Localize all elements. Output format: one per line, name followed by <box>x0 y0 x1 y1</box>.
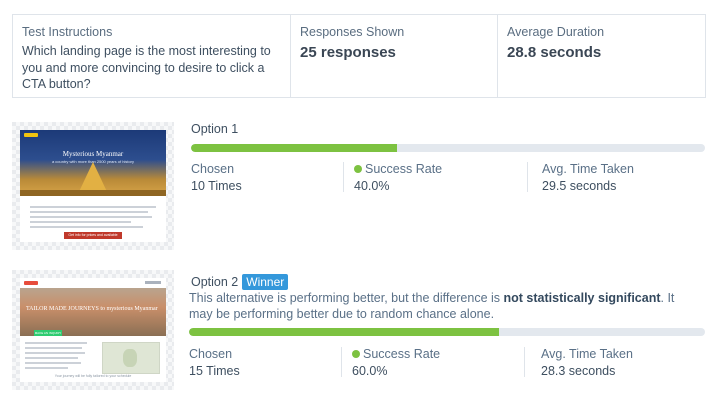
chosen-label: Chosen <box>191 162 235 176</box>
note-emphasis: not statistically significant <box>503 291 661 305</box>
phone-number <box>145 281 161 284</box>
average-duration-cell: Average Duration 28.8 seconds <box>498 15 705 97</box>
responses-shown-cell: Responses Shown 25 responses <box>291 15 498 97</box>
avg-time-value: 28.3 seconds <box>541 364 616 378</box>
test-instructions-label: Test Instructions <box>22 25 113 39</box>
success-dot-icon <box>352 350 360 358</box>
chosen-value: 15 Times <box>189 364 240 378</box>
preview-cta-button: Get info for prices and available dates <box>64 232 122 242</box>
option-2-success-bar-fill <box>189 328 499 336</box>
test-instructions-cell: Test Instructions Which landing page is … <box>13 15 291 97</box>
option-2-chosen: Chosen 15 Times <box>189 347 240 378</box>
option-1-chosen: Chosen 10 Times <box>191 162 242 193</box>
option-1-success-bar <box>191 144 705 152</box>
preview-headline: TAILOR MADE JOURNEYS to mysterious Myanm… <box>26 306 158 312</box>
option-2-title-row: Option 2 Winner <box>191 274 289 290</box>
test-summary-card: Test Instructions Which landing page is … <box>12 14 706 98</box>
avg-time-value: 29.5 seconds <box>542 179 617 193</box>
success-rate-value: 60.0% <box>352 364 388 378</box>
logo <box>24 133 38 137</box>
average-duration-label: Average Duration <box>507 25 605 39</box>
hero-image: TAILOR MADE JOURNEYS to mysterious Myanm… <box>20 288 166 336</box>
divider <box>524 347 525 377</box>
avg-time-label: Avg. Time Taken <box>542 162 634 176</box>
option-2-success-bar <box>189 328 705 336</box>
option-2-row: TAILOR MADE JOURNEYS to mysterious Myanm… <box>0 266 720 396</box>
average-duration-value: 28.8 seconds <box>507 44 602 61</box>
responses-shown-value: 25 responses <box>300 44 396 61</box>
divider <box>343 162 344 192</box>
test-instructions-text: Which landing page is the most interesti… <box>22 44 271 91</box>
option-1-avg-time: Avg. Time Taken 29.5 seconds <box>542 162 634 193</box>
option-1-stats: Chosen 10 Times Success Rate 40.0% Avg. … <box>0 162 720 198</box>
option-2-avg-time: Avg. Time Taken 28.3 seconds <box>541 347 633 378</box>
option-1-success-bar-fill <box>191 144 397 152</box>
winner-badge: Winner <box>242 274 289 290</box>
logo <box>24 281 38 285</box>
option-2-stats: Chosen 15 Times Success Rate 60.0% Avg. … <box>0 347 720 383</box>
chosen-value: 10 Times <box>191 179 242 193</box>
divider <box>341 347 342 377</box>
chosen-label: Chosen <box>189 347 233 361</box>
success-dot-icon <box>354 165 362 173</box>
option-2-title: Option 2 <box>191 275 239 289</box>
option-1-success-rate: Success Rate 40.0% <box>354 162 442 193</box>
success-rate-label: Success Rate <box>363 347 441 361</box>
option-2-success-rate: Success Rate 60.0% <box>352 347 440 378</box>
success-rate-value: 40.0% <box>354 179 390 193</box>
option-1-title: Option 1 <box>191 122 239 136</box>
preview-body-text <box>30 206 156 231</box>
divider <box>527 162 528 192</box>
responses-shown-label: Responses Shown <box>300 25 405 39</box>
note-text: This alternative is performing better, b… <box>189 291 504 305</box>
success-rate-label: Success Rate <box>365 162 443 176</box>
preview-cta-button: MAKE AN INQUIRY <box>34 330 62 336</box>
preview-headline: Mysterious Myanmar <box>62 150 124 158</box>
avg-time-label: Avg. Time Taken <box>541 347 633 361</box>
option-1-row: Mysterious Myanmar a country with more t… <box>0 118 720 256</box>
option-2-significance-note: This alternative is performing better, b… <box>189 290 689 322</box>
preview-header <box>20 278 166 288</box>
